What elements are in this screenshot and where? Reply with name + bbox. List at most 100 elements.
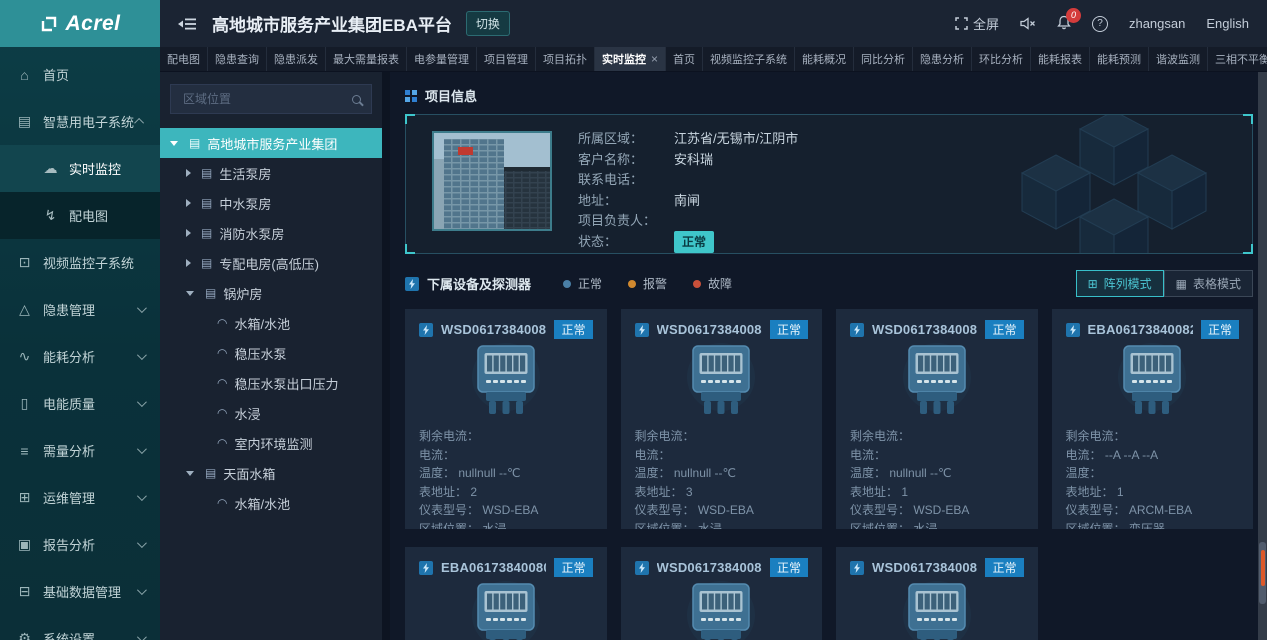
tree-node[interactable]: ▤中水泵房	[160, 188, 382, 218]
warning-icon: △	[16, 301, 33, 318]
sidebar-item[interactable]: ▤智慧用电子系统	[0, 98, 160, 145]
caret-down-icon[interactable]	[186, 471, 194, 476]
caret-down-icon[interactable]	[170, 141, 178, 146]
device-card[interactable]: EBA06173840080 正常	[405, 547, 607, 640]
switch-button[interactable]: 切换	[466, 11, 510, 36]
tab-item[interactable]: 隐患查询	[208, 47, 267, 71]
tab-item[interactable]: 能耗报表	[1031, 47, 1090, 71]
tab-item[interactable]: 同比分析	[854, 47, 913, 71]
tab-item[interactable]: 环比分析	[972, 47, 1031, 71]
tab-item[interactable]: 电参量管理	[407, 47, 477, 71]
tab-label: 视频监控子系统	[710, 51, 787, 67]
tab-item[interactable]: 隐患派发	[267, 47, 326, 71]
tab-item[interactable]: 视频监控子系统	[703, 47, 795, 71]
scrollbar-thumb[interactable]	[1259, 542, 1266, 604]
field-value: 南闸	[674, 191, 700, 212]
device-field: 剩余电流：	[1066, 427, 1240, 446]
username[interactable]: zhangsan	[1129, 16, 1185, 31]
tab-label: 三相不平衡度	[1215, 51, 1267, 67]
tree-node[interactable]: ▤锅炉房	[160, 278, 382, 308]
tree-node[interactable]: ▤生活泵房	[160, 158, 382, 188]
tree-node[interactable]: ◠水浸	[160, 398, 382, 428]
sidebar-item[interactable]: ⊟基础数据管理	[0, 568, 160, 615]
device-card[interactable]: EBA06173840082 正常 剩余电流：电流： --A --A --A温度…	[1052, 309, 1254, 529]
project-info-panel: 所属区域：江苏省/无锡市/江阴市客户名称：安科瑞联系电话：地址：南闸项目负责人：…	[405, 114, 1253, 254]
devices-header: 下属设备及探测器 正常报警故障 ⊞ 阵列模式 ▦ 表格模式	[405, 270, 1253, 297]
tree-node[interactable]: ◠水箱/水池	[160, 308, 382, 338]
help-button[interactable]: ?	[1092, 16, 1108, 32]
sidebar-item[interactable]: ≡需量分析	[0, 427, 160, 474]
tree-node[interactable]: ◠稳压水泵	[160, 338, 382, 368]
caret-down-icon[interactable]	[186, 291, 194, 296]
battery-icon: ▯	[16, 395, 33, 412]
device-card[interactable]: WSD06173840084 正常	[621, 547, 823, 640]
table-mode-button[interactable]: ▦ 表格模式	[1164, 270, 1253, 297]
sidebar-item[interactable]: ↯配电图	[0, 192, 160, 239]
sidebar-item[interactable]: ▣报告分析	[0, 521, 160, 568]
tab-item[interactable]: 能耗概况	[795, 47, 854, 71]
device-card-header: WSD06173840084 正常	[635, 558, 809, 577]
sidebar-item[interactable]: ⊞运维管理	[0, 474, 160, 521]
sidebar-item[interactable]: ∿能耗分析	[0, 333, 160, 380]
page-title: 高地城市服务产业集团EBA平台	[212, 11, 452, 36]
building-icon: ▤	[201, 256, 212, 270]
tab-item[interactable]: 项目管理	[477, 47, 536, 71]
search-icon[interactable]	[352, 95, 361, 104]
scrollbar[interactable]	[1258, 72, 1267, 640]
section-title: 下属设备及探测器	[427, 274, 531, 293]
device-status-badge: 正常	[554, 558, 592, 577]
sidebar-item[interactable]: ⚙系统设置	[0, 615, 160, 640]
sidebar-item[interactable]: △隐患管理	[0, 286, 160, 333]
tree-node[interactable]: ▤天面水箱	[160, 458, 382, 488]
search-input[interactable]	[181, 91, 346, 107]
tree-node[interactable]: ◠室内环境监测	[160, 428, 382, 458]
device-field: 区域位置： 水浸	[850, 520, 1024, 530]
device-card[interactable]: WSD06173840084 正常 剩余电流：电流：温度： nullnull -…	[621, 309, 823, 529]
sidebar-item[interactable]: ⌂首页	[0, 51, 160, 98]
mute-button[interactable]	[1020, 17, 1036, 30]
tab-item[interactable]: 配电图	[160, 47, 208, 71]
device-field: 剩余电流：	[419, 427, 593, 446]
tab-item[interactable]: 实时监控×	[595, 47, 666, 71]
tree-node[interactable]: ▤专配电房(高低压)	[160, 248, 382, 278]
content-area: ▤高地城市服务产业集团▤生活泵房▤中水泵房▤消防水泵房▤专配电房(高低压)▤锅炉…	[160, 72, 1267, 640]
device-card[interactable]: WSD06173840084 正常 剩余电流：电流：温度： nullnull -…	[836, 309, 1038, 529]
cubes-watermark-icon	[998, 115, 1230, 253]
caret-right-icon[interactable]	[186, 169, 191, 177]
fullscreen-button[interactable]: 全屏	[955, 14, 999, 33]
notifications-button[interactable]: 0	[1057, 15, 1071, 33]
tree-node[interactable]: ▤高地城市服务产业集团	[160, 128, 382, 158]
sidebar-item[interactable]: ⊡视频监控子系统	[0, 239, 160, 286]
sidebar-item[interactable]: ☁实时监控	[0, 145, 160, 192]
device-card[interactable]: WSD06173840084 正常	[836, 547, 1038, 640]
device-card-header: EBA06173840082 正常	[1066, 320, 1240, 339]
device-section-icon	[405, 277, 419, 291]
tree-node[interactable]: ▤消防水泵房	[160, 218, 382, 248]
grid-mode-button[interactable]: ⊞ 阵列模式	[1076, 270, 1164, 297]
tab-item[interactable]: 能耗预测	[1090, 47, 1149, 71]
tree-node[interactable]: ◠水箱/水池	[160, 488, 382, 518]
language-switcher[interactable]: English	[1206, 16, 1249, 31]
meter-icon	[671, 581, 771, 640]
tree-node[interactable]: ◠稳压水泵出口压力	[160, 368, 382, 398]
table-mode-label: 表格模式	[1193, 275, 1241, 292]
tab-item[interactable]: 隐患分析	[913, 47, 972, 71]
tab-item[interactable]: 最大需量报表	[326, 47, 407, 71]
project-field: 项目负责人：	[578, 211, 798, 232]
tab-item[interactable]: 项目拓扑	[536, 47, 595, 71]
menu-fold-icon[interactable]	[178, 16, 196, 32]
caret-right-icon[interactable]	[186, 199, 191, 207]
device-card[interactable]: WSD06173840081 正常 剩余电流：电流：温度： nullnull -…	[405, 309, 607, 529]
sidebar-item[interactable]: ▯电能质量	[0, 380, 160, 427]
device-bolt-icon	[419, 323, 433, 337]
tab-label: 隐患查询	[215, 51, 259, 67]
sidebar-item-label: 系统设置	[43, 629, 95, 640]
device-field: 电流：	[635, 446, 809, 465]
tab-item[interactable]: 谐波监测	[1149, 47, 1208, 71]
caret-right-icon[interactable]	[186, 229, 191, 237]
tab-item[interactable]: 首页	[666, 47, 703, 71]
report-icon: ▣	[16, 536, 33, 553]
tab-close-icon[interactable]: ×	[651, 52, 658, 66]
caret-right-icon[interactable]	[186, 259, 191, 267]
tab-item[interactable]: 三相不平衡度	[1208, 47, 1267, 71]
